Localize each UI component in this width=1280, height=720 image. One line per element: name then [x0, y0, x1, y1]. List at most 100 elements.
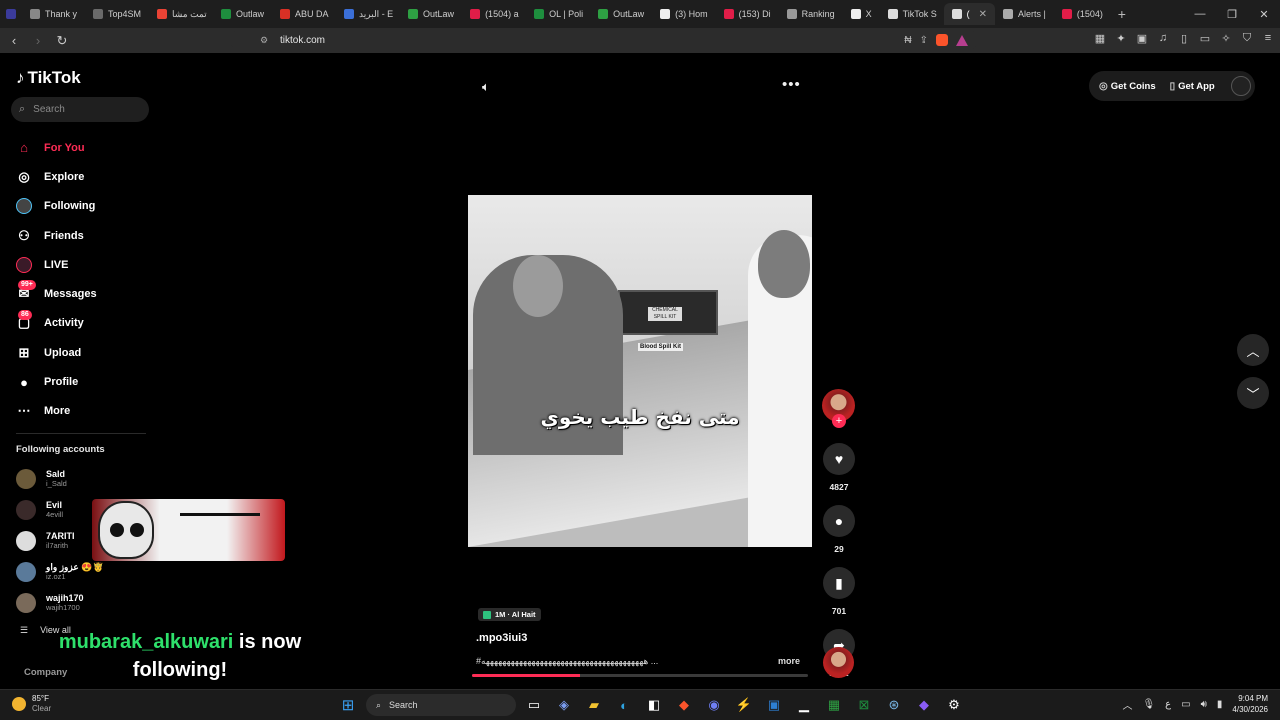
vpn-icon[interactable]: ⛉	[1241, 32, 1253, 45]
browser-tab[interactable]: (1504) a	[462, 3, 526, 25]
minimize-button[interactable]: —	[1184, 0, 1216, 28]
browser-tab[interactable]: Top4SM	[85, 3, 149, 25]
url-field[interactable]: ⚙ tiktok.com ₦ ⇪	[230, 30, 978, 50]
video-player[interactable]: CHEMICAL SPILL KIT Blood Spill Kit متى ن…	[468, 195, 812, 547]
calculator-icon[interactable]: ▦	[822, 693, 846, 717]
next-video-button[interactable]: ﹀	[1237, 377, 1269, 409]
description-more-link[interactable]: more	[778, 656, 800, 666]
microphone-icon[interactable]: 🎙︎	[1142, 699, 1155, 710]
browser-tab[interactable]: Alerts |	[995, 3, 1054, 25]
sound-chip[interactable]: 1M · Al Hait	[478, 608, 541, 621]
terminal-icon[interactable]: ▁	[792, 693, 816, 717]
clock[interactable]: 9:04 PM 4/30/2026	[1232, 693, 1268, 715]
menu-item-profile[interactable]: ● Profile	[16, 367, 97, 396]
menu-item-live[interactable]: LIVE	[16, 250, 97, 279]
creator-avatar[interactable]: +	[822, 389, 855, 428]
video-author[interactable]: .mpo3iui3	[476, 632, 527, 644]
following-account-item[interactable]: wajih170 wajih1700	[16, 587, 104, 618]
display-icon[interactable]: ▭	[1181, 699, 1190, 710]
sidebar-toggle-icon[interactable]	[0, 3, 22, 25]
language-indicator[interactable]: ع	[1165, 699, 1171, 710]
settings-icon[interactable]: ⚙	[942, 693, 966, 717]
widgets-icon[interactable]: ◈	[552, 693, 576, 717]
following-account-item[interactable]: Evil 4evill	[16, 494, 104, 525]
forward-button[interactable]: ›	[28, 31, 48, 51]
browser-tab[interactable]: تمت مشا	[149, 3, 213, 25]
volume-tray-icon[interactable]: 🔊︎	[1201, 699, 1207, 710]
menu-item-more[interactable]: ⋯ More	[16, 397, 97, 426]
video-progress-bar[interactable]	[472, 674, 808, 677]
brave-icon[interactable]: ◆	[672, 693, 696, 717]
menu-item-activity[interactable]: ▢ Activity 86	[16, 309, 97, 338]
user-avatar[interactable]	[1231, 76, 1251, 96]
leo-icon[interactable]: ✧	[1220, 32, 1232, 45]
menu-icon[interactable]: ≡	[1262, 32, 1274, 45]
search-input[interactable]: ⌕ Search	[11, 97, 149, 122]
menu-item-messages[interactable]: ✉ Messages 99+	[16, 279, 97, 308]
windows-start-icon[interactable]: ⊞	[336, 693, 360, 717]
outlook-icon[interactable]: ▣	[762, 693, 786, 717]
comment-icon[interactable]: ●	[823, 505, 855, 537]
obs-icon[interactable]: ◆	[912, 693, 936, 717]
puzzle-icon[interactable]: ✦	[1115, 32, 1127, 45]
screenshot-icon[interactable]: ▣	[1136, 32, 1148, 45]
previous-video-button[interactable]: ︿	[1237, 334, 1269, 366]
following-account-item[interactable]: Sald i_Sald	[16, 463, 104, 494]
get-app-button[interactable]: ▯ Get App	[1170, 81, 1215, 92]
music-icon[interactable]: ♫	[1157, 32, 1169, 45]
browser-tab[interactable]: (153) Di	[716, 3, 779, 25]
sidebar-panel-icon[interactable]: ▯	[1178, 32, 1190, 45]
menu-item-friends[interactable]: ⚇ Friends	[16, 221, 97, 250]
following-account-item[interactable]: 7ARITI il7arith	[16, 525, 104, 556]
file-explorer-icon[interactable]: ▰	[582, 693, 606, 717]
reader-mode-icon[interactable]: ₦	[904, 35, 911, 46]
menu-item-following[interactable]: Following	[16, 192, 97, 221]
tray-chevron-icon[interactable]: ︿	[1122, 697, 1132, 712]
menu-item-for-you[interactable]: ⌂ For You	[16, 133, 97, 162]
reload-button[interactable]: ↻	[52, 31, 72, 51]
like-icon[interactable]: ♥	[823, 443, 855, 475]
battery-icon[interactable]: ▮	[1217, 699, 1223, 710]
close-window-button[interactable]: ✕	[1248, 0, 1280, 28]
menu-item-upload[interactable]: ⊞ Upload	[16, 338, 97, 367]
back-button[interactable]: ‹	[4, 31, 24, 51]
browser-tab[interactable]: (3) Hom	[652, 3, 716, 25]
follow-plus-icon[interactable]: +	[832, 414, 846, 428]
extension-icon[interactable]: ▦	[1094, 32, 1106, 45]
task-view-icon[interactable]: ▭	[522, 693, 546, 717]
browser-tab[interactable]: (1504)	[1054, 3, 1111, 25]
browser-tab[interactable]: البريد - E	[336, 3, 400, 25]
store-icon[interactable]: ◧	[642, 693, 666, 717]
edge-icon[interactable]: ◐	[612, 693, 636, 717]
site-info-icon[interactable]: ⚙	[260, 35, 272, 46]
brave-shield-icon[interactable]	[936, 34, 948, 46]
menu-item-explore[interactable]: ◎ Explore	[16, 162, 97, 191]
browser-tab[interactable]: ABU DA	[272, 3, 336, 25]
brave-rewards-icon[interactable]	[956, 34, 968, 46]
browser-tab[interactable]: Ranking	[779, 3, 843, 25]
excel-icon[interactable]: ⊠	[852, 693, 876, 717]
taskbar-search[interactable]: ⌕ Search	[366, 694, 516, 716]
browser-tab[interactable]: X	[843, 3, 880, 25]
more-options-icon[interactable]: •••	[782, 76, 801, 93]
restore-button[interactable]: ❐	[1216, 0, 1248, 28]
browser-tab[interactable]: OutLaw	[590, 3, 652, 25]
steam-icon[interactable]: ⊛	[882, 693, 906, 717]
get-coins-button[interactable]: ◎ Get Coins	[1099, 81, 1156, 92]
browser-tab[interactable]: OutLaw	[400, 3, 462, 25]
browser-tab[interactable]: (✕	[943, 3, 996, 25]
browser-tab[interactable]: Outlaw	[213, 3, 272, 25]
share-icon[interactable]: ⇪	[920, 35, 928, 46]
wallet-icon[interactable]: ▭	[1199, 32, 1211, 45]
bookmark-save-icon[interactable]: ▮	[823, 567, 855, 599]
music-disc-avatar[interactable]	[823, 647, 854, 678]
tiktok-logo[interactable]: ♪ TikTok	[16, 68, 81, 88]
volume-icon[interactable]: 🔈︎	[482, 79, 490, 95]
browser-tab[interactable]: OL | Poli	[526, 3, 590, 25]
new-tab-button[interactable]: +	[1111, 6, 1133, 22]
browser-tab[interactable]: TikTok S	[880, 3, 944, 25]
close-tab-icon[interactable]: ✕	[979, 9, 987, 20]
weather-widget[interactable]: 85°F Clear	[12, 694, 51, 714]
discord-icon[interactable]: ◉	[702, 693, 726, 717]
app-icon[interactable]: ⚡	[732, 693, 756, 717]
